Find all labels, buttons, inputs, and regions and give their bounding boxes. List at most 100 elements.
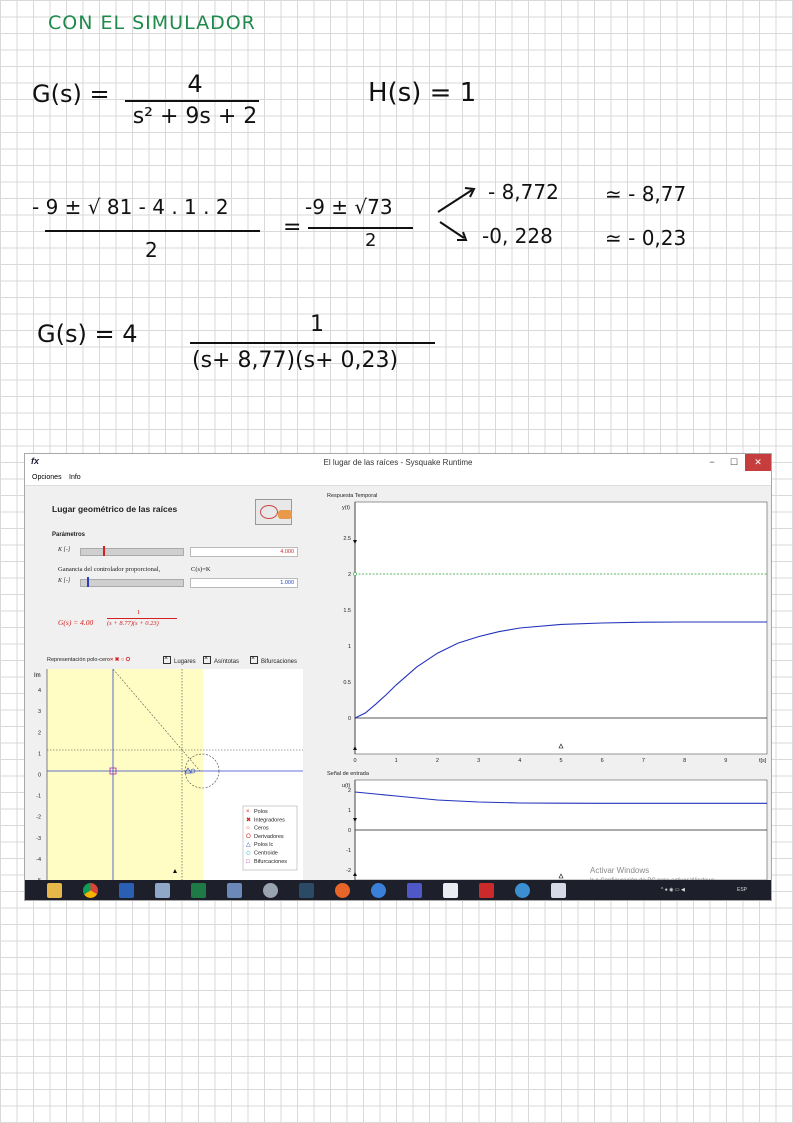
close-button[interactable]: ✕: [745, 454, 771, 471]
tia-portal-icon[interactable]: [299, 883, 314, 898]
lugares-label: Lugares: [174, 659, 196, 665]
firefox-icon[interactable]: [335, 883, 350, 898]
root-1: - 8,772: [488, 180, 559, 204]
camera-icon[interactable]: [263, 883, 278, 898]
input-signal-plot[interactable]: -2-1012u(t): [315, 778, 769, 880]
pole-zero-marks: × ✖ ○ ⭘: [109, 657, 131, 663]
k-value-field[interactable]: 4.000: [190, 547, 298, 557]
pz-tick-labels: -5-4-3-2-101234: [36, 688, 41, 880]
pz-ytick-label: -2: [36, 815, 41, 821]
pz-legend-marker: ⭘: [246, 833, 251, 840]
simplified-bar: [308, 227, 413, 229]
k-slider[interactable]: [80, 546, 184, 556]
file-explorer-icon[interactable]: [47, 883, 62, 898]
resp-svg-ytick-label: 1.5: [343, 608, 351, 614]
pole-zero-title-text: Representación polo-cero: [47, 657, 110, 663]
title-bar: fx El lugar de las raíces - Sysquake Run…: [25, 454, 771, 471]
app-illustration-icon: [255, 499, 292, 525]
quadratic-numerator: - 9 ± √ 81 - 4 . 1 . 2: [32, 195, 229, 219]
pz-ytick-label: -4: [36, 857, 41, 863]
teams-icon[interactable]: [407, 883, 422, 898]
ie-icon[interactable]: [515, 883, 530, 898]
transfer-function-den: (s + 8.77)(s + 0.23): [107, 620, 159, 627]
resp-svg-xtick-label: 8: [683, 758, 686, 764]
pz-ytick-label: 1: [38, 751, 41, 757]
word-icon[interactable]: [119, 883, 134, 898]
branch-arrows: [437, 187, 476, 241]
panel-title: Lugar geométrico de las raíces: [52, 504, 178, 514]
g-denominator: s² + 9s + 2: [132, 103, 258, 129]
k-slider-thumb[interactable]: [103, 546, 106, 556]
g-fraction-bar: [125, 100, 259, 102]
notepad-icon[interactable]: [227, 883, 242, 898]
factored-denominator: (s+ 8,77)(s+ 0,23): [192, 348, 399, 373]
kc-value-field[interactable]: 1.000: [190, 578, 298, 588]
resp-svg-ytick-label: 2: [348, 572, 351, 578]
excel-icon[interactable]: [191, 883, 206, 898]
resp-svg-frame: [354, 501, 768, 755]
response-title: Respuesta Temporal: [327, 493, 378, 499]
bifurcaciones-checkbox[interactable]: Bifurcaciones: [250, 654, 298, 665]
input-svg-ylabel: u(t): [342, 783, 350, 789]
kc-slider[interactable]: [80, 577, 184, 587]
resp-svg-xtick-label: 3: [477, 758, 480, 764]
paint-icon[interactable]: [155, 883, 170, 898]
transfer-function-num: 1: [137, 609, 141, 616]
menu-opciones[interactable]: Opciones: [32, 474, 62, 481]
pz-stability-region: [47, 669, 203, 880]
transfer-function-bar: [107, 618, 177, 619]
chat-icon[interactable]: [371, 883, 386, 898]
bifurcaciones-label: Bifurcaciones: [261, 659, 298, 665]
root-2-approx: ≃ - 0,23: [605, 226, 687, 250]
chrome-icon[interactable]: [83, 883, 98, 898]
pz-ytick-label: 2: [38, 730, 41, 736]
transfer-function-lhs: G(s) = 4.00: [58, 618, 94, 627]
pole-zero-title: Representación polo-cero× ✖ ○ ⭘: [47, 657, 130, 664]
pz-legend-label: Derivadores: [254, 834, 284, 840]
parameters-label: Parámetros: [52, 532, 86, 538]
resp-svg-ytick-label: 1: [348, 644, 351, 650]
dropbox-icon[interactable]: [443, 883, 458, 898]
h-equation: H(s) = 1: [368, 78, 477, 108]
asintotas-label: Asíntotas: [214, 659, 240, 665]
notes-heading: CON EL SIMULADOR: [48, 12, 256, 34]
maximize-button[interactable]: ☐: [723, 454, 745, 471]
factored-bar: [190, 342, 435, 344]
asintotas-checkbox[interactable]: Asíntotas: [203, 654, 240, 665]
pz-legend-marker: ○: [246, 826, 250, 832]
pz-legend-label: Integradores: [254, 817, 285, 823]
k-label: K [-]: [58, 547, 71, 553]
window-controls: − ☐ ✕: [701, 454, 771, 471]
pz-legend-marker: ◇: [246, 851, 251, 857]
resp-svg-ylabel: y(t): [342, 505, 350, 511]
gain-description: Ganancia del controlador proporcional,: [58, 566, 161, 573]
asintotas-check-icon[interactable]: [203, 654, 211, 664]
bifurcaciones-check-icon[interactable]: [250, 654, 258, 664]
pdf-icon[interactable]: [479, 883, 494, 898]
sysquake-taskbar-icon[interactable]: [551, 883, 566, 898]
equals-sign: =: [283, 215, 302, 240]
pz-legend-label: Bifurcaciones: [254, 859, 287, 865]
app-content: Lugar geométrico de las raíces Parámetro…: [25, 486, 771, 884]
g-fraction: 4 s² + 9s + 2: [125, 70, 265, 129]
factored-numerator: 1: [310, 312, 324, 337]
lugares-checkbox[interactable]: Lugares: [163, 654, 196, 665]
pole-zero-plot[interactable]: Im -5-4-3-2-101234 ×Polos✖Integradores○C…: [30, 669, 303, 880]
g-lhs: G(s) =: [32, 80, 110, 108]
resp-svg-xtick-label: 7: [642, 758, 645, 764]
quadratic-denominator: 2: [145, 238, 158, 262]
input-svg-ytick-label: -1: [346, 848, 351, 854]
input-svg-ytick-label: -2: [346, 868, 351, 874]
time-response-plot[interactable]: 0 0.5 1 1.5 2 2.5 y(t) 0 1 2 3 4 5 6 7 8 9 t[s]: [315, 500, 769, 772]
menu-info[interactable]: Info: [69, 474, 81, 481]
factored-lhs: G(s) = 4: [37, 320, 138, 348]
minimize-button[interactable]: −: [701, 454, 723, 471]
input-title: Señal de entrada: [327, 771, 369, 777]
kc-slider-thumb[interactable]: [87, 577, 90, 587]
pz-legend-label: Centroide: [254, 851, 278, 857]
resp-svg-xtick-label: 2: [436, 758, 439, 764]
root-1-approx: ≃ - 8,77: [605, 182, 687, 206]
kc-label: K [-]: [58, 578, 71, 584]
lugares-check-icon[interactable]: [163, 654, 171, 664]
resp-svg-ytick-label: 2.5: [343, 536, 351, 542]
